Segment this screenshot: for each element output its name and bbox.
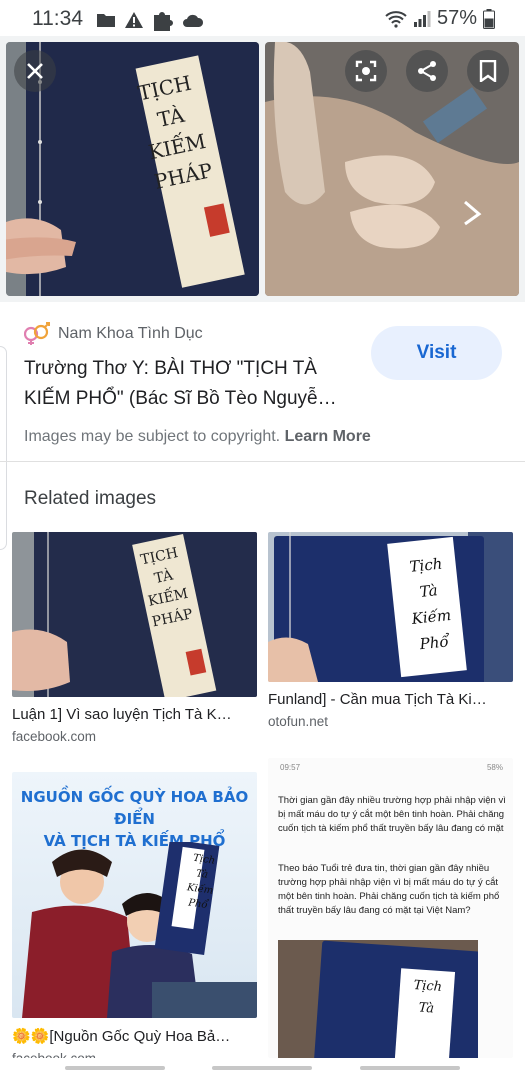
- copyright-notice: Images may be subject to copyright. Lear…: [24, 428, 371, 446]
- article-paragraph: Theo báo Tuổi trẻ đưa tin, thời gian gần…: [278, 863, 500, 916]
- related-image-thumbnail[interactable]: NGUỒN GỐC QUỲ HOA BẢO ĐIỂN VÀ TỊCH TÀ KI…: [12, 772, 257, 1018]
- warning-icon: [125, 12, 143, 28]
- folder-icon: [97, 14, 115, 27]
- battery-icon: [483, 8, 495, 29]
- related-image-card[interactable]: NGUỒN GỐC QUỲ HOA BẢO ĐIỂN VÀ TỊCH TÀ KI…: [12, 772, 257, 1066]
- visit-button[interactable]: Visit: [371, 326, 502, 380]
- phone-status: 58%: [486, 763, 503, 772]
- status-bar: 11:34 57%: [0, 0, 525, 36]
- related-image-card[interactable]: Tịch Tà Kiếm Phổ Funland] - Cần mua Tịch…: [268, 532, 513, 729]
- image-info-panel: Nam Khoa Tình Dục Trường Thơ Y: BÀI THƠ …: [0, 302, 525, 462]
- signal-icon: [413, 10, 431, 27]
- share-button[interactable]: [406, 50, 448, 92]
- copyright-text: Images may be subject to copyright.: [24, 428, 281, 445]
- close-icon: [27, 63, 43, 79]
- related-image-site: otofun.net: [268, 714, 329, 729]
- lens-button[interactable]: [345, 50, 387, 92]
- notification-icons: [96, 9, 204, 31]
- share-icon: [418, 61, 436, 81]
- related-image-thumbnail[interactable]: TỊCH TÀ KIẾM PHÁP: [12, 532, 257, 697]
- cloud-icon: [183, 14, 204, 27]
- related-image-thumbnail[interactable]: 09:57 58% Thời gian gần đây nhiều trường…: [268, 758, 513, 1058]
- phone-time: 09:57: [280, 763, 301, 772]
- close-button[interactable]: [14, 50, 56, 92]
- article-paragraph: Thời gian gần đây nhiều trường hợp phải …: [278, 795, 506, 834]
- wifi-icon: [385, 10, 407, 28]
- nav-recents-handle[interactable]: [360, 1066, 460, 1070]
- source-name: Nam Khoa Tình Dục: [58, 325, 203, 342]
- book-title-text: Tịch Tà Kiếm Phổ: [408, 554, 452, 654]
- save-button[interactable]: [467, 50, 509, 92]
- site-favicon-icon: [24, 322, 50, 345]
- related-image-thumbnail[interactable]: Tịch Tà Kiếm Phổ: [268, 532, 513, 682]
- related-image-site: facebook.com: [12, 729, 97, 744]
- related-image-card[interactable]: 09:57 58% Thời gian gần đây nhiều trường…: [268, 758, 513, 1058]
- image-title[interactable]: Trường Thơ Y: BÀI THƠ "TỊCH TÀ KIẾM PHỔ"…: [24, 354, 364, 414]
- puzzle-icon: [154, 12, 173, 31]
- related-image-card[interactable]: TỊCH TÀ KIẾM PHÁP Luận 1] Vì sao luyện T…: [12, 532, 257, 744]
- main-image[interactable]: TỊCH TÀ KIẾM PHÁP: [6, 42, 259, 296]
- learn-more-link[interactable]: Learn More: [285, 428, 371, 445]
- nav-back-handle[interactable]: [65, 1066, 165, 1070]
- status-time: 11:34: [32, 7, 83, 30]
- system-navigation-bar: [0, 1058, 525, 1080]
- secondary-image[interactable]: [265, 42, 519, 296]
- related-image-title[interactable]: Funland] - Cần mua Tịch Tà Ki…: [268, 691, 513, 708]
- battery-percent: 57%: [436, 7, 477, 29]
- image-preview-area: TỊCH TÀ KIẾM PHÁP: [0, 36, 525, 302]
- book-title-text: Tịch Tà: [413, 978, 443, 1017]
- related-images-heading: Related images: [24, 488, 157, 509]
- bookmark-icon: [479, 60, 497, 82]
- lens-icon: [355, 60, 377, 82]
- related-image-title[interactable]: 🌼🌼[Nguồn Gốc Quỳ Hoa Bả…: [12, 1027, 257, 1045]
- nav-home-handle[interactable]: [212, 1066, 312, 1070]
- source-site[interactable]: Nam Khoa Tình Dục: [24, 322, 203, 346]
- system-icons: 57%: [385, 7, 495, 30]
- related-image-title[interactable]: Luận 1] Vì sao luyện Tịch Tà K…: [12, 706, 257, 723]
